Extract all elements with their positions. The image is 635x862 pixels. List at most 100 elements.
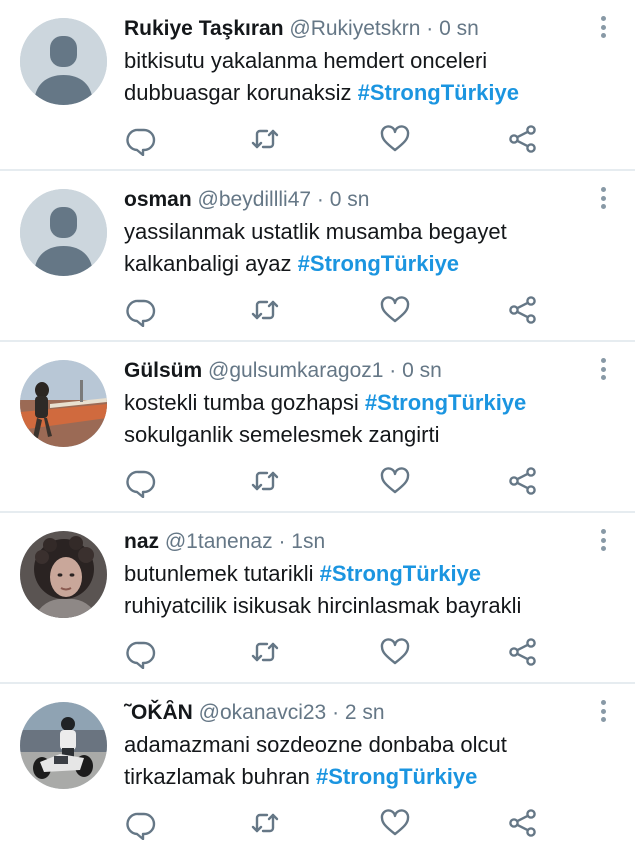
avatar[interactable] xyxy=(20,189,107,276)
tweet-text: yassilanmak ustatlik musamba begayet kalk… xyxy=(124,216,589,280)
tweet-timestamp[interactable]: 0 sn xyxy=(402,359,442,382)
tweet-text-line: yassilanmak ustatlik musamba begayet xyxy=(124,216,589,248)
tweet[interactable]: ˜OǨȂN @okanavci23 · 2 sn adamazmani sozde… xyxy=(0,684,635,855)
tweet[interactable]: naz @1tanenaz · 1sn butunlemek tutarikli … xyxy=(0,513,635,684)
user-handle[interactable]: @okanavci23 xyxy=(199,701,327,724)
reply-button[interactable] xyxy=(124,293,158,327)
retweet-button[interactable] xyxy=(248,635,282,669)
tweet-content: Rukiye Taşkıran @Rukiyetskrn · 0 sn bitki… xyxy=(124,14,589,109)
tweet-content: ˜OǨȂN @okanavci23 · 2 sn adamazmani sozde… xyxy=(124,698,589,793)
reply-button[interactable] xyxy=(124,806,158,840)
tweet-header: naz @1tanenaz · 1sn xyxy=(124,527,589,557)
tweet-text-segment: bitkisutu yakalanma hemdert onceleri xyxy=(124,48,488,73)
share-button[interactable] xyxy=(506,635,540,669)
tweet-text-line: ruhiyatcilik isikusak hircinlasmak bayra… xyxy=(124,590,589,622)
user-handle[interactable]: @Rukiyetskrn xyxy=(289,17,420,40)
display-name[interactable]: ˜OǨȂN xyxy=(124,701,193,724)
display-name[interactable]: osman xyxy=(124,188,192,211)
share-icon xyxy=(506,293,540,327)
reply-button[interactable] xyxy=(124,122,158,156)
avatar[interactable] xyxy=(20,18,107,105)
user-handle[interactable]: @beydillli47 xyxy=(198,188,312,211)
separator-dot: · xyxy=(278,530,286,553)
user-handle[interactable]: @gulsumkaragoz1 xyxy=(208,359,383,382)
more-vertical-icon[interactable] xyxy=(595,356,611,382)
like-button[interactable] xyxy=(378,635,412,669)
tweet-text-segment: kostekli tumba gozhapsi xyxy=(124,390,365,415)
tweet-text: bitkisutu yakalanma hemdert onceleri dubb… xyxy=(124,45,589,109)
retweet-button[interactable] xyxy=(248,464,282,498)
tweet-text-segment: dubbuasgar korunaksiz xyxy=(124,80,358,105)
tweet-actions xyxy=(124,293,544,327)
display-name[interactable]: naz xyxy=(124,530,159,553)
share-button[interactable] xyxy=(506,806,540,840)
share-button[interactable] xyxy=(506,464,540,498)
tweet-actions xyxy=(124,464,544,498)
tweet-text-line: adamazmani sozdeozne donbaba olcut xyxy=(124,729,589,761)
tweet-header: Rukiye Taşkıran @Rukiyetskrn · 0 sn xyxy=(124,14,589,44)
tweet-text-segment: kalkanbaligi ayaz xyxy=(124,251,298,276)
tweet-actions xyxy=(124,122,544,156)
like-button[interactable] xyxy=(378,806,412,840)
reply-button[interactable] xyxy=(124,464,158,498)
tweet[interactable]: Rukiye Taşkıran @Rukiyetskrn · 0 sn bitki… xyxy=(0,0,635,171)
retweet-icon xyxy=(248,293,282,327)
tweet-timestamp[interactable]: 0 sn xyxy=(330,188,370,211)
tweet-text-line: kalkanbaligi ayaz #StrongTürkiye xyxy=(124,248,589,280)
avatar[interactable] xyxy=(20,360,107,447)
retweet-icon xyxy=(248,806,282,840)
hashtag-link[interactable]: #StrongTürkiye xyxy=(320,561,481,586)
share-icon xyxy=(506,635,540,669)
tweet-text: adamazmani sozdeozne donbaba olcut tirkaz… xyxy=(124,729,589,793)
reply-icon xyxy=(124,464,158,498)
tweet-timestamp[interactable]: 0 sn xyxy=(439,17,479,40)
reply-button[interactable] xyxy=(124,635,158,669)
hashtag-link[interactable]: #StrongTürkiye xyxy=(365,390,526,415)
separator-dot: · xyxy=(316,188,324,211)
tweet-text: butunlemek tutarikli #StrongTürkiye ruhiy… xyxy=(124,558,589,622)
separator-dot: · xyxy=(332,701,340,724)
more-vertical-icon[interactable] xyxy=(595,185,611,211)
heart-icon xyxy=(378,122,412,156)
retweet-icon xyxy=(248,464,282,498)
tweet-actions xyxy=(124,806,544,840)
heart-icon xyxy=(378,806,412,840)
like-button[interactable] xyxy=(378,293,412,327)
share-icon xyxy=(506,464,540,498)
separator-dot: · xyxy=(426,17,434,40)
tweet-timestamp[interactable]: 2 sn xyxy=(345,701,385,724)
display-name[interactable]: Rukiye Taşkıran xyxy=(124,17,284,40)
tweet-header: Gülsüm @gulsumkaragoz1 · 0 sn xyxy=(124,356,589,386)
user-handle[interactable]: @1tanenaz xyxy=(165,530,273,553)
tweet-text-segment: adamazmani sozdeozne donbaba olcut xyxy=(124,732,507,757)
tweet-text-line: sokulganlik semelesmek zangirti xyxy=(124,419,589,451)
reply-icon xyxy=(124,293,158,327)
avatar[interactable] xyxy=(20,531,107,618)
like-button[interactable] xyxy=(378,464,412,498)
retweet-button[interactable] xyxy=(248,122,282,156)
heart-icon xyxy=(378,293,412,327)
tweet-text-segment: butunlemek tutarikli xyxy=(124,561,320,586)
share-icon xyxy=(506,806,540,840)
reply-icon xyxy=(124,635,158,669)
tweet[interactable]: osman @beydillli47 · 0 sn yassilanmak ust… xyxy=(0,171,635,342)
display-name[interactable]: Gülsüm xyxy=(124,359,202,382)
tweet[interactable]: Gülsüm @gulsumkaragoz1 · 0 sn kostekli tu… xyxy=(0,342,635,513)
more-vertical-icon[interactable] xyxy=(595,527,611,553)
hashtag-link[interactable]: #StrongTürkiye xyxy=(316,764,477,789)
share-button[interactable] xyxy=(506,293,540,327)
tweet-text-segment: sokulganlik semelesmek zangirti xyxy=(124,422,440,447)
reply-icon xyxy=(124,122,158,156)
more-vertical-icon[interactable] xyxy=(595,14,611,40)
hashtag-link[interactable]: #StrongTürkiye xyxy=(358,80,519,105)
more-vertical-icon[interactable] xyxy=(595,698,611,724)
tweet-timestamp[interactable]: 1sn xyxy=(291,530,325,553)
like-button[interactable] xyxy=(378,122,412,156)
hashtag-link[interactable]: #StrongTürkiye xyxy=(298,251,459,276)
share-button[interactable] xyxy=(506,122,540,156)
avatar[interactable] xyxy=(20,702,107,789)
reply-icon xyxy=(124,806,158,840)
retweet-button[interactable] xyxy=(248,293,282,327)
retweet-button[interactable] xyxy=(248,806,282,840)
share-icon xyxy=(506,122,540,156)
